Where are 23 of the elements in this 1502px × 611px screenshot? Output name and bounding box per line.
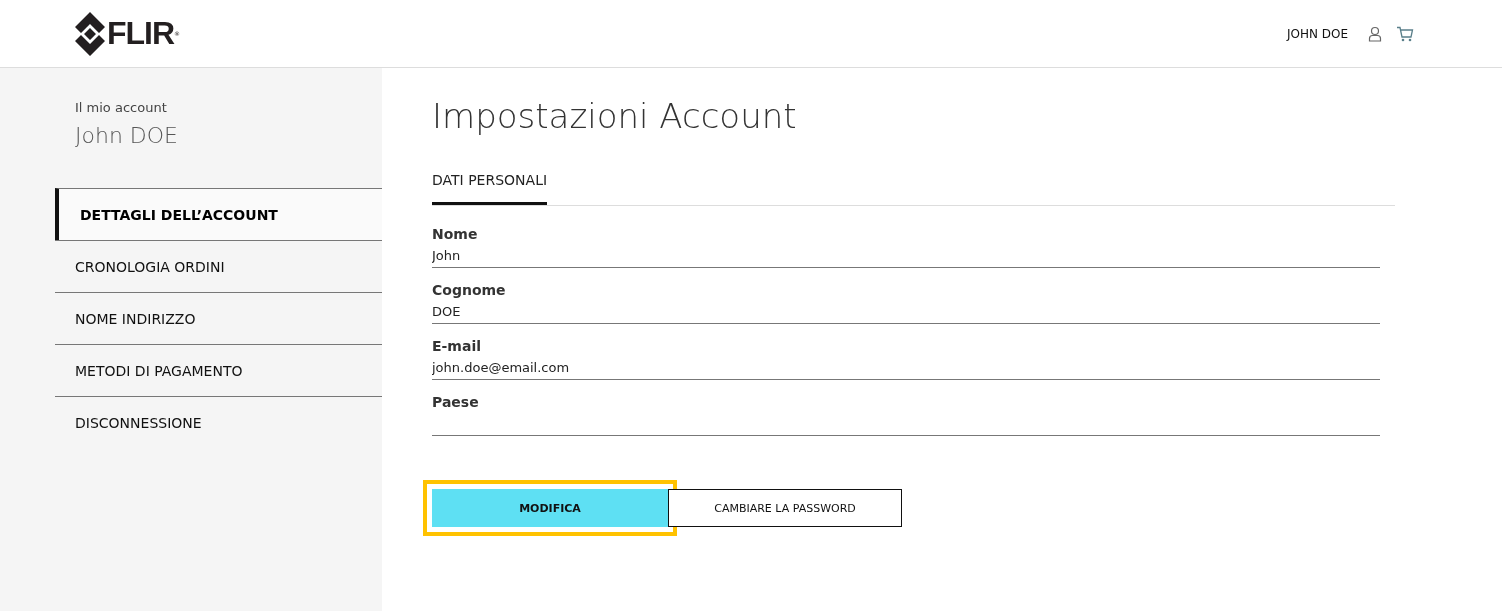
tab[interactable]: DATI PERSONALI	[432, 172, 548, 205]
sidebar-item[interactable]: METODI DI PAGAMENTO	[55, 344, 382, 396]
cart-icon[interactable]	[1396, 25, 1414, 42]
sidebar-item[interactable]: DISCONNESSIONE	[55, 396, 382, 448]
account-caption: Il mio account	[75, 100, 168, 115]
input-field[interactable]: DOE	[432, 298, 1380, 324]
sidebar-item[interactable]: NOME INDIRIZZO	[55, 292, 382, 344]
edit-button[interactable]: MODIFICA	[432, 489, 668, 527]
input-field[interactable]: John	[432, 242, 1380, 268]
account-name: John DOE	[75, 123, 179, 148]
user-icon[interactable]	[1368, 25, 1382, 42]
change-password-button[interactable]: CAMBIARE LA PASSWORD	[668, 489, 902, 527]
field-label: Paese	[432, 394, 480, 410]
sidebar-item[interactable]: CRONOLOGIA ORDINI	[55, 240, 382, 292]
field-label: E-mail	[432, 338, 482, 354]
user-name-link[interactable]: JOHN DOE	[1286, 26, 1348, 41]
diamond-logo-icon	[75, 11, 105, 56]
input-field[interactable]: john.doe@email.com	[432, 354, 1380, 380]
sidebar-item[interactable]: DETTAGLI DELL’ACCOUNT	[55, 188, 382, 240]
field-label: Cognome	[432, 282, 507, 298]
field-label: Nome	[432, 226, 479, 242]
logo-text[interactable]: FLIR	[107, 15, 175, 52]
page-title: Impostazioni Account	[432, 96, 798, 136]
